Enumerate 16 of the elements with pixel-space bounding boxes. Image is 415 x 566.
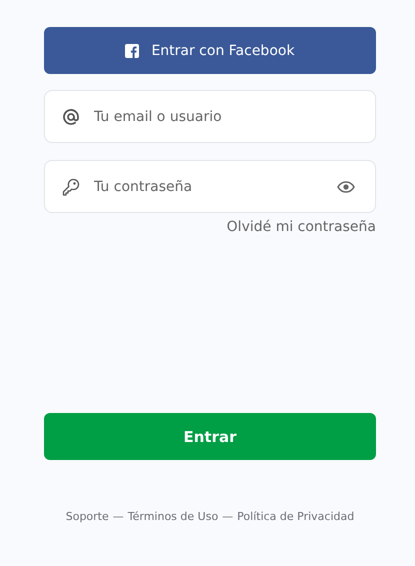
- key-icon: [62, 178, 80, 196]
- forgot-password-link[interactable]: Olvidé mi contraseña: [226, 219, 376, 235]
- separator-dash: —: [112, 510, 124, 523]
- footer-link[interactable]: Política de Privacidad: [237, 510, 354, 523]
- at-sign-icon: [63, 108, 79, 124]
- separator-dash: —: [222, 510, 234, 523]
- password-input[interactable]: Tu contraseña: [94, 176, 323, 198]
- email-input[interactable]: Tu email o usuario: [94, 106, 355, 128]
- facebook-login-button[interactable]: Entrar con Facebook: [44, 27, 376, 74]
- footer-link[interactable]: Términos de Uso: [128, 510, 218, 523]
- email-field[interactable]: Tu email o usuario: [44, 90, 376, 143]
- footer-link[interactable]: Soporte: [66, 510, 109, 523]
- facebook-icon: [125, 44, 140, 58]
- password-field[interactable]: Tu contraseña: [44, 160, 376, 213]
- eye-icon[interactable]: [337, 180, 355, 192]
- login-button[interactable]: Entrar: [44, 413, 376, 460]
